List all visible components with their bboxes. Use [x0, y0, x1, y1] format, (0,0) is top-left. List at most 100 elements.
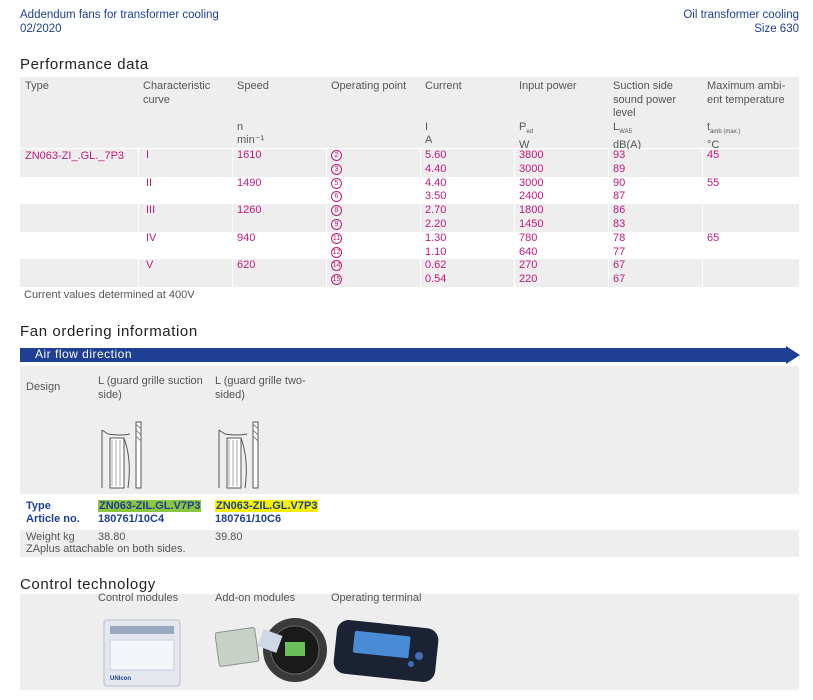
- cell-speed: 940: [237, 231, 256, 244]
- performance-table-body: I 1610 5.60 3800 93 45 2 4.40 3000 89 3 II 1490 4.40 3…: [20, 149, 799, 287]
- operating-point-badge: 6: [331, 191, 342, 203]
- cell-sound: 78: [613, 231, 626, 244]
- table-row: IV 940 1.30 780 78 65 11: [20, 232, 799, 246]
- unit-speed: n min⁻¹: [237, 121, 265, 146]
- cell-sound: 89: [613, 162, 626, 175]
- type-label: Type: [26, 500, 51, 512]
- cell-power: 1800: [519, 204, 544, 217]
- column-divider: [608, 149, 609, 287]
- table-row: III 1260 2.70 1800 86 8: [20, 204, 799, 218]
- document-title: Addendum fans for transformer cooling: [20, 9, 219, 21]
- col-input-power: Input power: [519, 80, 577, 92]
- table-row: I 1610 5.60 3800 93 45 2: [20, 149, 799, 163]
- operating-point-badge: 12: [331, 246, 342, 258]
- cell-operating-point: 5: [331, 177, 342, 191]
- cell-operating-point: 3: [331, 163, 342, 177]
- cell-current: 4.40: [425, 162, 447, 175]
- cell-curve: II: [146, 176, 153, 189]
- cell-speed: 620: [237, 259, 256, 272]
- cell-temp: 55: [707, 176, 720, 189]
- column-divider: [326, 149, 327, 287]
- type-value: ZN063-ZI_.GL._7P3: [25, 150, 125, 162]
- operating-point-badge: 15: [331, 274, 342, 286]
- col-max-temp: Maximum ambi-ent temperature: [707, 80, 786, 106]
- zaplus-note: ZAplus attachable on both sides.: [26, 543, 186, 555]
- cell-operating-point: 12: [331, 246, 342, 260]
- article-value-1: 180761/10C4: [98, 513, 165, 525]
- operating-point-badge: 5: [331, 177, 342, 189]
- operating-point-badge: 2: [331, 150, 342, 161]
- col-sound-level: Suction side sound power level: [613, 80, 676, 119]
- document-header-left: Addendum fans for transformer cooling 02…: [20, 8, 219, 36]
- performance-title: Performance data: [20, 56, 149, 73]
- cell-sound: 87: [613, 190, 626, 203]
- table-row: 0.54 220 67 15: [20, 273, 799, 287]
- table-row: 1.10 640 77 12: [20, 246, 799, 260]
- unit-temp: tamb (max.) °C: [707, 121, 741, 151]
- cell-curve: I: [146, 149, 150, 161]
- cell-curve: III: [146, 204, 156, 217]
- cell-temp: 65: [707, 231, 720, 244]
- cell-sound: 67: [613, 259, 626, 272]
- cell-power: 780: [519, 231, 538, 244]
- control-modules-label: Control modules: [98, 592, 179, 604]
- column-divider: [514, 149, 515, 287]
- cell-current: 4.40: [425, 176, 447, 189]
- cell-speed: 1260: [237, 204, 262, 217]
- type-value-1: ZN063-ZIL.GL.V7P3: [98, 500, 202, 512]
- cell-current: 5.60: [425, 149, 447, 161]
- table-row: II 1490 4.40 3000 90 55 5: [20, 177, 799, 191]
- document-size: Size 630: [754, 23, 799, 35]
- control-title: Control technology: [20, 576, 156, 593]
- table-row: V 620 0.62 270 67 14: [20, 259, 799, 274]
- column-divider: [232, 149, 233, 287]
- cell-sound: 77: [613, 245, 626, 258]
- cell-power: 1450: [519, 218, 544, 230]
- unit-power: Ped W: [519, 121, 534, 151]
- col-type: Type: [25, 80, 49, 92]
- cell-operating-point: 6: [331, 190, 342, 204]
- operating-point-badge: 11: [331, 232, 342, 244]
- table-row: 4.40 3000 89 3: [20, 162, 799, 177]
- col-speed: Speed: [237, 80, 269, 92]
- addon-module-image: [215, 618, 327, 682]
- table-row: 3.50 2400 87 6: [20, 190, 799, 204]
- cell-operating-point: 9: [331, 218, 342, 232]
- cell-operating-point: 2: [331, 149, 342, 163]
- cell-sound: 67: [613, 273, 626, 286]
- operating-terminal-label: Operating terminal: [331, 592, 422, 604]
- col-current: Current: [425, 80, 462, 92]
- ordering-title: Fan ordering information: [20, 323, 198, 340]
- column-divider: [420, 149, 421, 287]
- cell-power: 270: [519, 259, 538, 272]
- cell-current: 2.20: [425, 218, 447, 230]
- cell-operating-point: 11: [331, 232, 342, 246]
- current-note: Current values determined at 400V: [24, 289, 195, 301]
- document-header-right: Oil transformer cooling Size 630: [683, 8, 799, 36]
- design-label: Design: [26, 381, 61, 393]
- cell-sound: 86: [613, 204, 626, 217]
- cell-curve: V: [146, 259, 154, 272]
- weight-value-2: 39.80: [215, 531, 243, 543]
- cell-sound: 93: [613, 149, 626, 161]
- airflow-arrow: [20, 346, 800, 364]
- document-date: 02/2020: [20, 23, 62, 35]
- cell-current: 0.54: [425, 273, 447, 286]
- device-brand-label: UNIcon: [110, 676, 131, 682]
- control-module-image: UNIcon: [103, 619, 181, 687]
- article-value-2: 180761/10C6: [215, 513, 282, 525]
- cell-operating-point: 14: [331, 259, 342, 273]
- performance-table-header: Type Characteristic curve Speed Operatin…: [20, 77, 799, 151]
- cell-speed: 1610: [237, 149, 262, 161]
- cell-power: 3000: [519, 176, 544, 189]
- cell-speed: 1490: [237, 176, 262, 189]
- cell-current: 0.62: [425, 259, 447, 272]
- airflow-label: Air flow direction: [35, 347, 133, 361]
- performance-table: Type Characteristic curve Speed Operatin…: [20, 77, 799, 287]
- cell-current: 3.50: [425, 190, 447, 203]
- cell-power: 220: [519, 273, 538, 286]
- operating-point-badge: 9: [331, 219, 342, 230]
- col-curve: Characteristic curve: [143, 80, 211, 106]
- cell-sound: 83: [613, 218, 626, 230]
- cell-temp: 45: [707, 149, 720, 161]
